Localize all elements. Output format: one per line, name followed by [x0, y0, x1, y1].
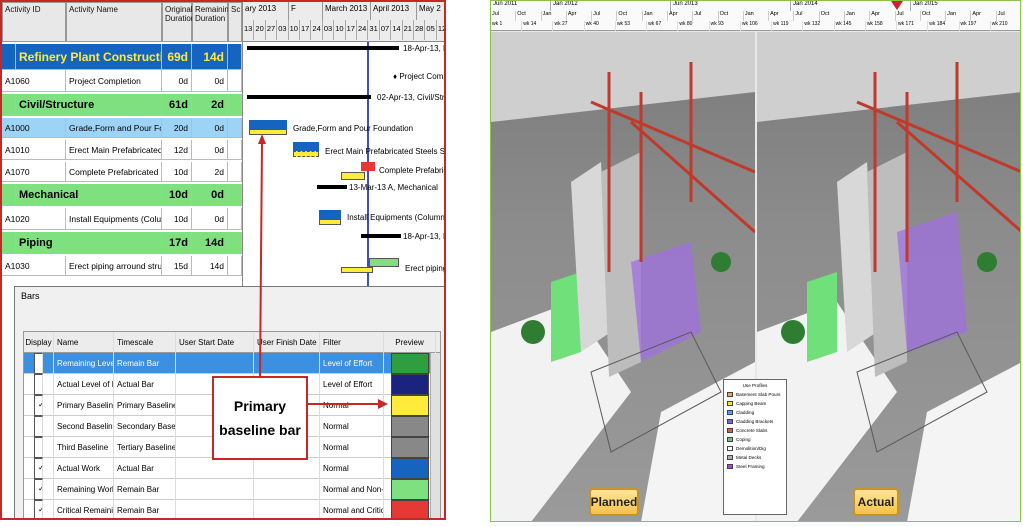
- callout-arrows: [258, 134, 388, 409]
- timeline-month: Oct: [516, 11, 542, 21]
- timeline-month: Oct: [617, 11, 643, 21]
- timeline-week: wk 93: [710, 21, 741, 31]
- timeline-week: wk 119: [772, 21, 804, 31]
- legend-item: Concrete Slabs: [727, 428, 783, 433]
- legend-item: Demolition/Dig: [727, 446, 783, 451]
- actual-view[interactable]: Actual: [757, 32, 1020, 521]
- timeline-month: Jul: [794, 11, 820, 21]
- timeline-month: Apr: [668, 11, 694, 21]
- timeline-week: wk 53: [616, 21, 648, 31]
- planned-badge: Planned: [589, 488, 639, 516]
- timeline-year: Jan 2012: [551, 1, 671, 11]
- timeline-year: Jun 2013: [671, 1, 791, 11]
- legend-swatch: [727, 464, 733, 469]
- legend-item: Cladding Brackets: [727, 419, 783, 424]
- legend-item: Capping Beam: [727, 401, 783, 406]
- timeline-month: Jan: [643, 11, 668, 21]
- legend-item: Steel Framing: [727, 464, 783, 469]
- timeline-week: wk 67: [647, 21, 679, 31]
- legend-item: Basement Slab Pours: [727, 392, 783, 397]
- legend-swatch: [727, 437, 733, 442]
- timeline-week: wk 210: [991, 21, 1020, 31]
- timeline-week: wk 14: [522, 21, 554, 31]
- timeline-month: Apr: [567, 11, 593, 21]
- timeline-week: wk 145: [835, 21, 866, 31]
- timeline-week: wk 197: [960, 21, 991, 31]
- timeline-month: Jan: [542, 11, 567, 21]
- timeline-month: Jan: [744, 11, 770, 21]
- timeline-week: wk 158: [866, 21, 898, 31]
- timeline-marker-icon[interactable]: [891, 1, 903, 11]
- legend-swatch: [727, 446, 733, 451]
- legend-swatch: [727, 419, 733, 424]
- simulation-panel: Jun 2011 Jan 2012 Jun 2013 Jan 2014 Jan 2015…: [490, 0, 1021, 522]
- legend-swatch: [727, 401, 733, 406]
- planned-building-render: [491, 32, 755, 521]
- timeline-month: Jan: [845, 11, 871, 21]
- timeline-month: Apr: [769, 11, 795, 21]
- legend-label: Coping: [736, 437, 751, 442]
- timeline-month: Oct: [820, 11, 845, 21]
- timeline-month: Apr: [870, 11, 896, 21]
- legend-item: Metal Decks: [727, 455, 783, 460]
- legend-label: Basement Slab Pours: [736, 392, 781, 397]
- timeline-week: wk 1: [491, 21, 523, 31]
- legend-label: Steel Framing: [736, 464, 765, 469]
- timeline-month: Jul: [997, 11, 1020, 21]
- timeline-week: wk 80: [678, 21, 710, 31]
- legend-label: Concrete Slabs: [736, 428, 768, 433]
- planned-view[interactable]: Planned: [491, 32, 755, 521]
- legend-title: Use Profiles: [742, 383, 768, 388]
- legend-item: Cladding: [727, 410, 783, 415]
- timeline-week: wk 106: [741, 21, 773, 31]
- timeline-year: Jan 2015: [911, 1, 1020, 11]
- use-profiles-legend: Use Profiles Basement Slab Pours Capping …: [723, 379, 787, 515]
- timeline-month: Oct: [921, 11, 947, 21]
- legend-item: Coping: [727, 437, 783, 442]
- timeline-bar[interactable]: Jun 2011 Jan 2012 Jun 2013 Jan 2014 Jan 2015…: [491, 1, 1020, 31]
- legend-swatch: [727, 392, 733, 397]
- legend-swatch: [727, 455, 733, 460]
- timeline-month: Apr: [971, 11, 997, 21]
- legend-label: Cladding Brackets: [736, 419, 774, 424]
- legend-label: Capping Beam: [736, 401, 767, 406]
- timeline-week: wk 132: [803, 21, 835, 31]
- actual-building-render: [757, 32, 1020, 521]
- timeline-month: Jul: [592, 11, 618, 21]
- schedule-panel: Activity ID Activity Name Original Durat…: [0, 0, 446, 520]
- timeline-month: Oct: [719, 11, 744, 21]
- actual-badge: Actual: [853, 488, 899, 516]
- timeline-year: Jun 2011: [491, 1, 551, 11]
- timeline-week: wk 40: [585, 21, 616, 31]
- timeline-month: Jul: [693, 11, 719, 21]
- legend-label: Demolition/Dig: [736, 446, 766, 451]
- legend-label: Cladding: [736, 410, 755, 415]
- timeline-week: wk 171: [897, 21, 929, 31]
- timeline-week: wk 27: [553, 21, 585, 31]
- legend-swatch: [727, 410, 733, 415]
- timeline-month: Jul: [896, 11, 921, 21]
- legend-swatch: [727, 428, 733, 433]
- timeline-week: wk 184: [928, 21, 960, 31]
- timeline-month: Jan: [946, 11, 972, 21]
- legend-label: Metal Decks: [736, 455, 762, 460]
- timeline-month: Jul: [491, 11, 517, 21]
